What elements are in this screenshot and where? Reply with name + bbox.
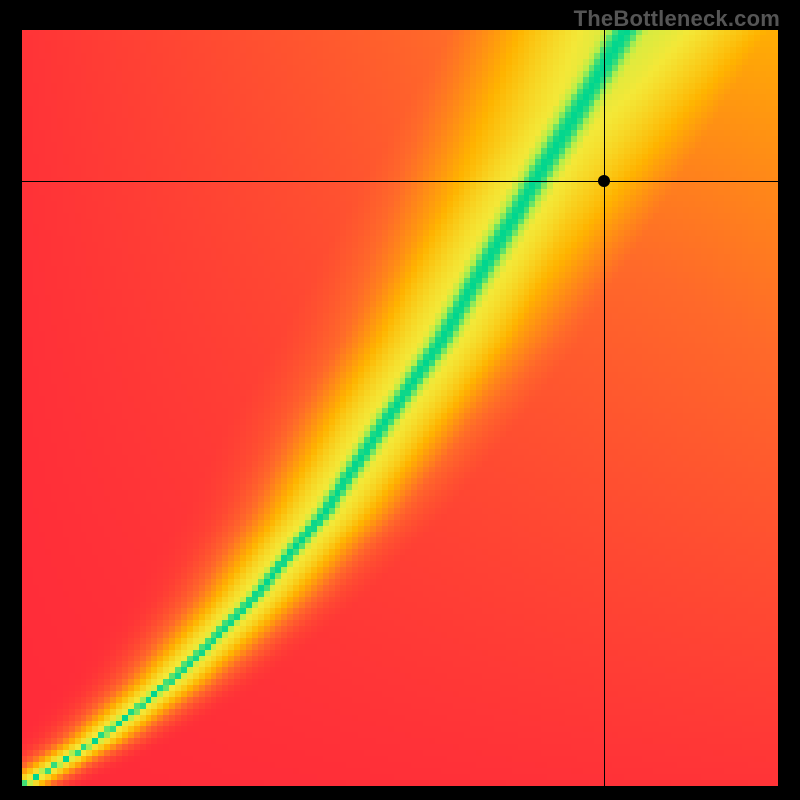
crosshair-vertical — [604, 30, 605, 786]
watermark-text: TheBottleneck.com — [574, 6, 780, 32]
chart-frame: TheBottleneck.com — [0, 0, 800, 800]
heatmap-plot — [22, 30, 778, 786]
heatmap-canvas — [22, 30, 778, 786]
selection-marker — [598, 175, 610, 187]
crosshair-horizontal — [22, 181, 778, 182]
